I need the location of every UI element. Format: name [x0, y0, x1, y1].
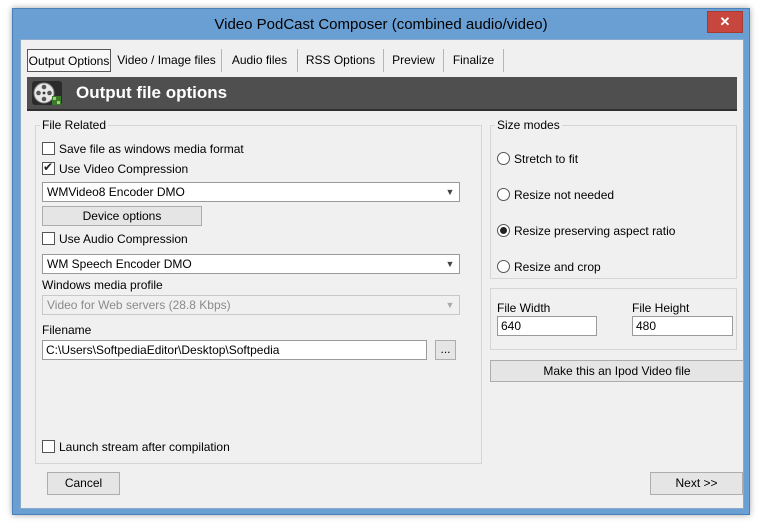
launch-stream-box[interactable] — [42, 440, 55, 453]
cancel-button[interactable]: Cancel — [47, 472, 120, 495]
chevron-down-icon: ▼ — [445, 259, 455, 269]
file-related-label: File Related — [40, 118, 109, 132]
app-window: Video PodCast Composer (combined audio/v… — [12, 8, 750, 515]
use-audio-compression-label: Use Audio Compression — [59, 232, 188, 246]
audio-codec-select[interactable]: WM Speech Encoder DMO ▼ — [42, 254, 460, 274]
tab-video-image-files[interactable]: Video / Image files — [112, 49, 222, 72]
profile-label: Windows media profile — [42, 278, 163, 292]
chevron-down-icon: ▼ — [445, 187, 455, 197]
radio-resize-and-crop[interactable]: Resize and crop — [497, 259, 601, 275]
filename-input[interactable]: C:\Users\SoftpediaEditor\Desktop\Softped… — [42, 340, 427, 360]
launch-stream-label: Launch stream after compilation — [59, 440, 230, 454]
next-button[interactable]: Next >> — [650, 472, 743, 495]
video-codec-select[interactable]: WMVideo8 Encoder DMO ▼ — [42, 182, 460, 202]
radio-dot[interactable] — [497, 188, 510, 201]
film-reel-icon — [32, 81, 62, 105]
tab-preview[interactable]: Preview — [384, 49, 444, 72]
section-title: Output file options — [76, 83, 228, 102]
use-video-compression-label: Use Video Compression — [59, 162, 189, 176]
filename-label: Filename — [42, 323, 92, 337]
file-height-label: File Height — [632, 301, 690, 315]
audio-codec-value: WM Speech Encoder DMO — [47, 257, 192, 271]
tab-finalize[interactable]: Finalize — [444, 49, 504, 72]
radio-label: Resize not needed — [514, 188, 615, 202]
title-bar[interactable]: Video PodCast Composer (combined audio/v… — [13, 9, 749, 39]
save-wmf-box[interactable] — [42, 142, 55, 155]
launch-stream-checkbox[interactable]: Launch stream after compilation — [42, 439, 230, 455]
tab-audio-files[interactable]: Audio files — [222, 49, 298, 72]
radio-dot[interactable] — [497, 260, 510, 273]
window-title: Video PodCast Composer (combined audio/v… — [214, 16, 548, 33]
use-video-compression-checkbox[interactable]: Use Video Compression — [42, 159, 189, 177]
ipod-video-button[interactable]: Make this an Ipod Video file — [490, 360, 744, 382]
file-width-label: File Width — [497, 301, 551, 315]
section-header: Output file options — [27, 77, 737, 111]
device-options-button[interactable]: Device options — [42, 206, 202, 226]
size-modes-group: Size modes Stretch to fit Resize not nee… — [490, 118, 737, 279]
size-modes-label: Size modes — [495, 118, 562, 132]
radio-stretch-to-fit[interactable]: Stretch to fit — [497, 151, 578, 167]
radio-dot[interactable] — [497, 152, 510, 165]
video-codec-value: WMVideo8 Encoder DMO — [47, 185, 185, 199]
file-width-input[interactable]: 640 — [497, 316, 597, 336]
file-height-input[interactable]: 480 — [632, 316, 733, 336]
radio-label: Stretch to fit — [514, 152, 579, 166]
use-audio-compression-checkbox[interactable]: Use Audio Compression — [42, 231, 188, 247]
dimensions-group: File Width 640 File Height 480 — [490, 288, 737, 350]
client-area: Output Options Video / Image files Audio… — [20, 39, 744, 509]
file-related-group: File Related Save file as windows media … — [35, 118, 482, 464]
radio-dot[interactable] — [497, 224, 510, 237]
radio-label: Resize and crop — [514, 260, 601, 274]
profile-value: Video for Web servers (28.8 Kbps) — [47, 298, 231, 312]
radio-label: Resize preserving aspect ratio — [514, 224, 676, 238]
browse-button[interactable]: ... — [435, 340, 456, 360]
close-button[interactable]: ✕ — [707, 11, 743, 33]
radio-resize-not-needed[interactable]: Resize not needed — [497, 187, 614, 203]
use-audio-compression-box[interactable] — [42, 232, 55, 245]
radio-resize-preserving-aspect[interactable]: Resize preserving aspect ratio — [497, 223, 675, 239]
profile-select: Video for Web servers (28.8 Kbps) ▼ — [42, 295, 460, 315]
save-wmf-checkbox[interactable]: Save file as windows media format — [42, 141, 244, 157]
save-wmf-label: Save file as windows media format — [59, 142, 244, 156]
chevron-down-icon: ▼ — [445, 300, 455, 310]
use-video-compression-box[interactable] — [42, 159, 55, 175]
tab-output-options[interactable]: Output Options — [27, 49, 111, 72]
tab-rss-options[interactable]: RSS Options — [298, 49, 384, 72]
